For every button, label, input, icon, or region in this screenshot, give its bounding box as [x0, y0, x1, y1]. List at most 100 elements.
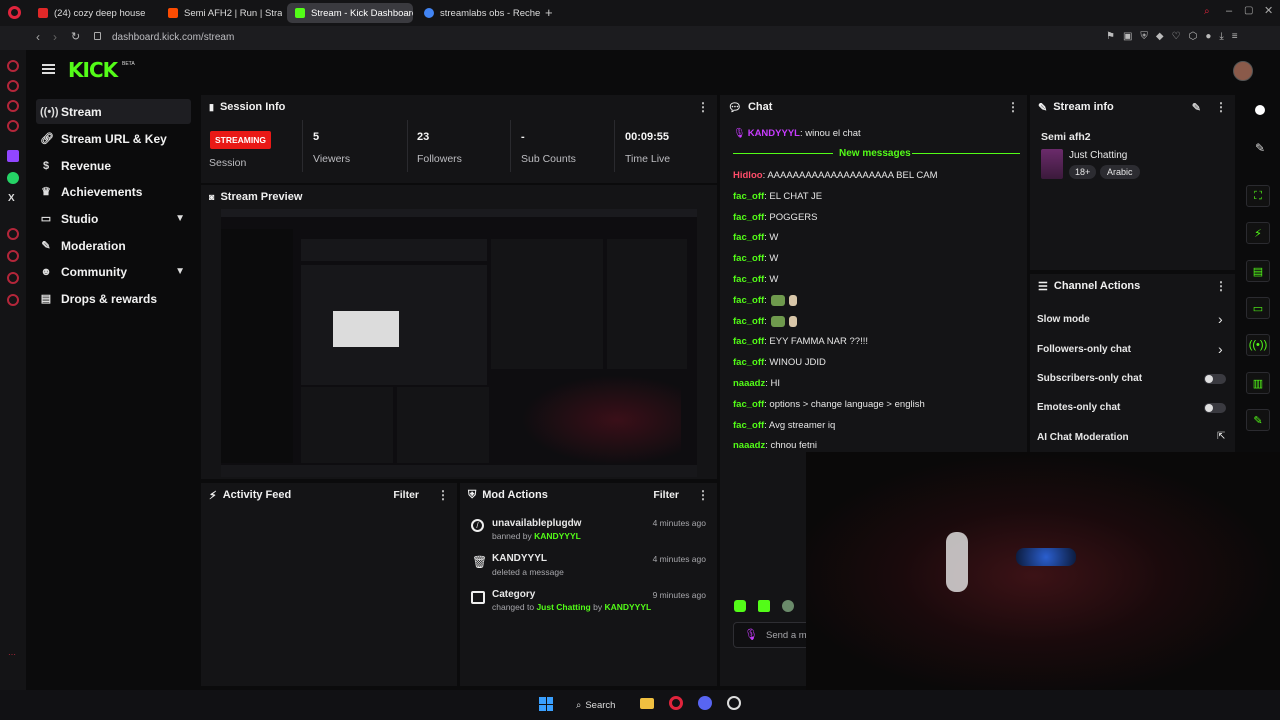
download-icon[interactable]: ⤓	[1219, 31, 1223, 42]
mod-actor[interactable]: KANDYYYL	[534, 531, 581, 541]
more-options-icon[interactable]: ⋮	[1007, 100, 1019, 114]
subscribers-only-toggle[interactable]	[1204, 374, 1226, 384]
pin-icon[interactable]: ⚑	[1106, 31, 1115, 42]
new-tab-button[interactable]: +	[545, 5, 553, 20]
mod-actor[interactable]: KANDYYYL	[604, 602, 651, 612]
profile-icon[interactable]: ●	[1205, 31, 1211, 42]
obs-icon[interactable]	[727, 696, 741, 710]
url-field[interactable]: dashboard.kick.com/stream	[112, 32, 234, 43]
more-options-icon[interactable]: ⋮	[437, 488, 449, 502]
close-icon[interactable]: ✕	[1264, 4, 1273, 17]
heart-icon[interactable]: ♡	[1172, 31, 1181, 42]
toolbar-button-fullscreen[interactable]: ⛶	[1246, 185, 1270, 207]
more-options-icon[interactable]: ⋮	[1215, 100, 1227, 114]
more-options-icon[interactable]: ⋮	[697, 100, 709, 114]
emote-icon[interactable]	[758, 600, 770, 612]
x-icon[interactable]: X	[8, 193, 15, 204]
chat-input[interactable]: 🎙︎ Send a m	[733, 622, 813, 648]
back-icon[interactable]: ‹	[36, 30, 40, 44]
followers-only-label[interactable]: Followers-only chat	[1037, 344, 1131, 355]
rail-icon[interactable]	[7, 100, 19, 112]
toolbar-button-bolt[interactable]: ⚡︎	[1246, 222, 1270, 244]
toolbar-button-list[interactable]: ▤	[1246, 260, 1270, 282]
hamburger-menu-icon[interactable]	[42, 64, 55, 74]
chat-username[interactable]: fac_off	[733, 336, 764, 347]
toolbar-button-broadcast[interactable]: ((•))	[1246, 334, 1270, 356]
category-link[interactable]: Just Chatting	[536, 602, 590, 612]
slow-mode-label[interactable]: Slow mode	[1037, 314, 1090, 325]
chat-username[interactable]: fac_off	[733, 212, 764, 223]
extensions-icon[interactable]: ⬡	[1189, 31, 1198, 42]
browser-tab[interactable]: (24) cozy deep house	[30, 3, 156, 23]
info-icon[interactable]	[1255, 105, 1265, 115]
rail-icon[interactable]	[7, 120, 19, 132]
shield-icon[interactable]: ⛨	[1140, 31, 1148, 42]
filter-button[interactable]: Filter	[393, 489, 419, 501]
emote-icon[interactable]	[734, 600, 746, 612]
external-link-icon[interactable]: ⇱	[1217, 431, 1225, 442]
search-tabs-icon[interactable]: ⌕	[1204, 6, 1210, 17]
ai-moderation-label[interactable]: AI Chat Moderation	[1037, 432, 1129, 443]
chat-username[interactable]: fac_off	[733, 399, 764, 410]
chat-username[interactable]: naaadz	[733, 378, 765, 389]
browser-tab[interactable]: Semi AFH2 | Run | Strava	[160, 3, 282, 23]
chat-username[interactable]: fac_off	[733, 316, 764, 327]
discord-icon[interactable]	[698, 696, 712, 710]
sidebar-item-studio[interactable]: ▭ Studio ▼	[36, 206, 191, 231]
adblock-icon[interactable]: ◆	[1156, 31, 1164, 42]
rail-icon[interactable]	[7, 272, 19, 284]
opera-icon[interactable]	[669, 696, 683, 710]
stream-preview-video[interactable]	[221, 209, 697, 477]
maximize-icon[interactable]: ▢	[1244, 5, 1253, 16]
kick-logo[interactable]: KICK	[68, 58, 118, 82]
sidebar-item-community[interactable]: ☻ Community ▼	[36, 259, 191, 284]
chat-username[interactable]: KANDYYYL	[748, 128, 800, 139]
file-explorer-icon[interactable]	[640, 698, 654, 709]
avatar[interactable]	[1233, 61, 1253, 81]
toolbar-button-layout[interactable]: ▥	[1246, 372, 1270, 394]
tag-badge[interactable]: Arabic	[1100, 165, 1140, 179]
sidebar-item-drops-rewards[interactable]: ▤ Drops & rewards	[36, 286, 191, 311]
menu-icon[interactable]: ≡	[1232, 31, 1238, 42]
browser-tab[interactable]: streamlabs obs - Recherch	[416, 3, 540, 23]
edit-icon[interactable]: ✎	[1192, 101, 1201, 114]
rail-icon[interactable]	[7, 294, 19, 306]
more-options-icon[interactable]: ⋮	[1215, 279, 1227, 293]
taskbar-search[interactable]: ⌕ Search	[566, 694, 622, 716]
category-name[interactable]: Just Chatting	[1069, 150, 1127, 161]
more-rail-icon[interactable]: ⋯	[8, 650, 16, 659]
rail-icon[interactable]	[7, 250, 19, 262]
chat-username[interactable]: Hidloo	[733, 170, 763, 181]
chat-username[interactable]: fac_off	[733, 357, 764, 368]
mod-action-name[interactable]: Category	[492, 589, 535, 600]
chat-username[interactable]: fac_off	[733, 295, 764, 306]
windows-start-icon[interactable]	[539, 697, 553, 711]
chat-username[interactable]: naaadz	[733, 440, 765, 451]
toolbar-button-wrench[interactable]: ✎	[1246, 409, 1270, 431]
whatsapp-icon[interactable]	[7, 172, 19, 184]
mod-action-name[interactable]: KANDYYYL	[492, 553, 547, 564]
sidebar-item-stream-url-key[interactable]: 🔗︎ Stream URL & Key	[36, 126, 191, 151]
rail-icon[interactable]	[7, 80, 19, 92]
forward-icon[interactable]: ›	[53, 30, 57, 44]
sidebar-item-stream[interactable]: ((•)) Stream	[36, 99, 191, 124]
rail-icon[interactable]	[7, 60, 19, 72]
mod-action-name[interactable]: unavailableplugdw	[492, 518, 581, 529]
emote-icon[interactable]	[782, 600, 794, 612]
chat-username[interactable]: fac_off	[733, 253, 764, 264]
snapshot-icon[interactable]: ▣	[1123, 31, 1132, 42]
toolbar-button-chat[interactable]: ▭	[1246, 297, 1270, 319]
sidebar-item-achievements[interactable]: ♛ Achievements	[36, 179, 191, 204]
sidebar-item-moderation[interactable]: ✎ Moderation	[36, 233, 191, 258]
reload-icon[interactable]: ↻	[71, 30, 80, 43]
rail-icon[interactable]	[7, 228, 19, 240]
chevron-right-icon[interactable]: ›	[1218, 341, 1223, 357]
sidebar-item-revenue[interactable]: $ Revenue	[36, 153, 191, 178]
filter-button[interactable]: Filter	[653, 489, 679, 501]
emotes-only-toggle[interactable]	[1204, 403, 1226, 413]
more-options-icon[interactable]: ⋮	[697, 488, 709, 502]
chat-username[interactable]: fac_off	[733, 232, 764, 243]
chat-username[interactable]: fac_off	[733, 274, 764, 285]
category-thumbnail[interactable]	[1041, 149, 1063, 179]
pencil-icon[interactable]: ✎	[1255, 141, 1265, 155]
